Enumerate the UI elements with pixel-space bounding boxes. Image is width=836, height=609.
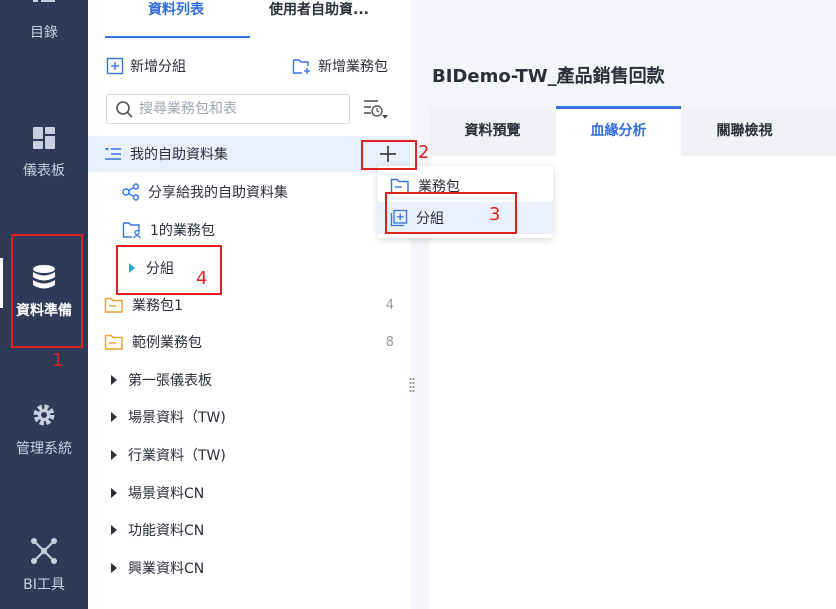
menu-item-group[interactable]: 分組 xyxy=(378,202,553,234)
tree-item-group-new[interactable]: 分組 xyxy=(88,250,410,286)
add-group-icon xyxy=(390,209,408,227)
tree-item-package-1[interactable]: 業務包1 4 xyxy=(88,287,410,323)
add-group-label: 新增分組 xyxy=(130,59,186,75)
sort-filter-icon xyxy=(364,100,388,119)
tree-item-label: 功能資料CN xyxy=(128,523,205,539)
caret-right-icon xyxy=(111,375,117,385)
tree-item-label: 範例業務包 xyxy=(132,335,202,351)
self-dataset-icon xyxy=(105,148,121,160)
add-package-label: 新增業務包 xyxy=(318,59,388,75)
drag-handle-icon[interactable] xyxy=(409,377,415,393)
tree-item-industry-tw[interactable]: 行業資料（TW) xyxy=(88,437,410,473)
tree-item-label: 行業資料（TW) xyxy=(128,448,226,464)
search-box[interactable] xyxy=(106,94,350,124)
gear-icon xyxy=(33,404,55,426)
list-icon xyxy=(33,0,55,2)
nav-item-label: 管理系統 xyxy=(16,441,72,457)
nav-item-label: 資料準備 xyxy=(16,303,72,319)
tree-item-first-dashboard[interactable]: 第一張儀表板 xyxy=(88,362,410,398)
menu-item-package[interactable]: 業務包 xyxy=(378,170,553,202)
add-group-icon xyxy=(106,57,124,75)
add-package-icon xyxy=(292,59,310,74)
user-folder-icon xyxy=(122,222,142,239)
tab-underline xyxy=(105,36,250,38)
tab-lineage-analysis[interactable]: 血緣分析 xyxy=(556,106,681,156)
folder-icon xyxy=(104,334,123,350)
nav-item-dashboard[interactable]: 儀表板 xyxy=(0,126,88,180)
tree-item-label: 業務包1 xyxy=(132,298,183,314)
left-nav: 目錄 儀表板 資料準備 管理系統 BI工具 xyxy=(0,0,88,609)
tree-item-function-cn[interactable]: 功能資料CN xyxy=(88,512,410,548)
share-icon xyxy=(122,183,140,201)
nav-item-admin[interactable]: 管理系統 xyxy=(0,402,88,458)
add-dropdown-menu: 業務包 分組 xyxy=(378,166,553,238)
tab-data-list[interactable]: 資料列表 xyxy=(148,0,204,38)
tab-self-service[interactable]: 使用者自助資... xyxy=(269,0,369,38)
tree-item-label: 場景資料（TW) xyxy=(128,410,226,426)
tree-item-sample-package[interactable]: 範例業務包 8 xyxy=(88,324,410,360)
tree-item-my-self-dataset[interactable]: 我的自助資料集 xyxy=(88,136,410,172)
network-icon xyxy=(31,538,57,564)
database-icon xyxy=(33,265,55,289)
tab-relation-view[interactable]: 關聯檢視 xyxy=(682,106,807,156)
main-tabs: 資料預覽 血緣分析 關聯檢視 xyxy=(430,106,836,156)
annotation-label-1: 1 xyxy=(52,350,64,371)
nav-item-catalog[interactable]: 目錄 xyxy=(0,0,88,42)
filter-sort-button[interactable] xyxy=(362,98,388,124)
tree-item-shared-dataset[interactable]: 分享給我的自助資料集 xyxy=(88,174,410,210)
tree-item-label: 第一張儀表板 xyxy=(128,373,212,389)
nav-item-data-prep[interactable]: 資料準備 xyxy=(0,264,88,320)
tree-item-xingye-cn[interactable]: 興業資料CN xyxy=(88,550,410,586)
add-package-button[interactable]: 新增業務包 xyxy=(292,56,388,76)
tab-data-preview[interactable]: 資料預覽 xyxy=(430,106,555,156)
tree-item-label: 我的自助資料集 xyxy=(130,147,228,163)
tree-item-label: 興業資料CN xyxy=(128,561,205,577)
add-group-button[interactable]: 新增分組 xyxy=(106,56,186,76)
data-list-panel: 資料列表 使用者自助資... 新增分組 新增業務包 搜尋業務包和表 我的自助資料… xyxy=(88,0,410,609)
tree-item-label: 分享給我的自助資料集 xyxy=(148,185,288,201)
nav-item-bi-tools[interactable]: BI工具 xyxy=(0,538,88,594)
nav-item-label: 目錄 xyxy=(30,25,58,41)
annotation-label-2: 2 xyxy=(418,142,430,163)
caret-right-icon xyxy=(111,450,117,460)
caret-right-icon xyxy=(111,488,117,498)
item-count: 8 xyxy=(385,334,394,350)
panel-tabs: 資料列表 使用者自助資... xyxy=(88,0,410,38)
folder-icon xyxy=(104,297,123,313)
tree-item-scene-tw[interactable]: 場景資料（TW) xyxy=(88,399,410,435)
dashboard-icon xyxy=(33,127,55,149)
menu-item-label: 分組 xyxy=(416,211,444,227)
tree-item-label: 場景資料CN xyxy=(128,486,205,502)
caret-right-icon xyxy=(111,525,117,535)
tree-item-scene-cn[interactable]: 場景資料CN xyxy=(88,475,410,511)
caret-right-icon xyxy=(129,263,135,273)
annotation-label-4: 4 xyxy=(196,268,208,289)
search-icon xyxy=(116,101,133,118)
annotation-label-3: 3 xyxy=(489,204,501,225)
tree-item-label: 分組 xyxy=(146,261,174,277)
page-title: BIDemo-TW_產品銷售回款 xyxy=(432,66,665,87)
tree-item-label: 1的業務包 xyxy=(150,223,215,239)
caret-right-icon xyxy=(111,412,117,422)
tree-item-user-package[interactable]: 1的業務包 xyxy=(88,212,410,248)
plus-icon[interactable] xyxy=(378,144,398,164)
caret-right-icon xyxy=(111,563,117,573)
nav-item-label: BI工具 xyxy=(23,577,65,593)
item-count: 4 xyxy=(385,297,394,313)
menu-item-label: 業務包 xyxy=(418,179,460,195)
nav-item-label: 儀表板 xyxy=(23,163,65,179)
package-icon xyxy=(390,178,409,194)
search-input[interactable] xyxy=(139,101,339,117)
